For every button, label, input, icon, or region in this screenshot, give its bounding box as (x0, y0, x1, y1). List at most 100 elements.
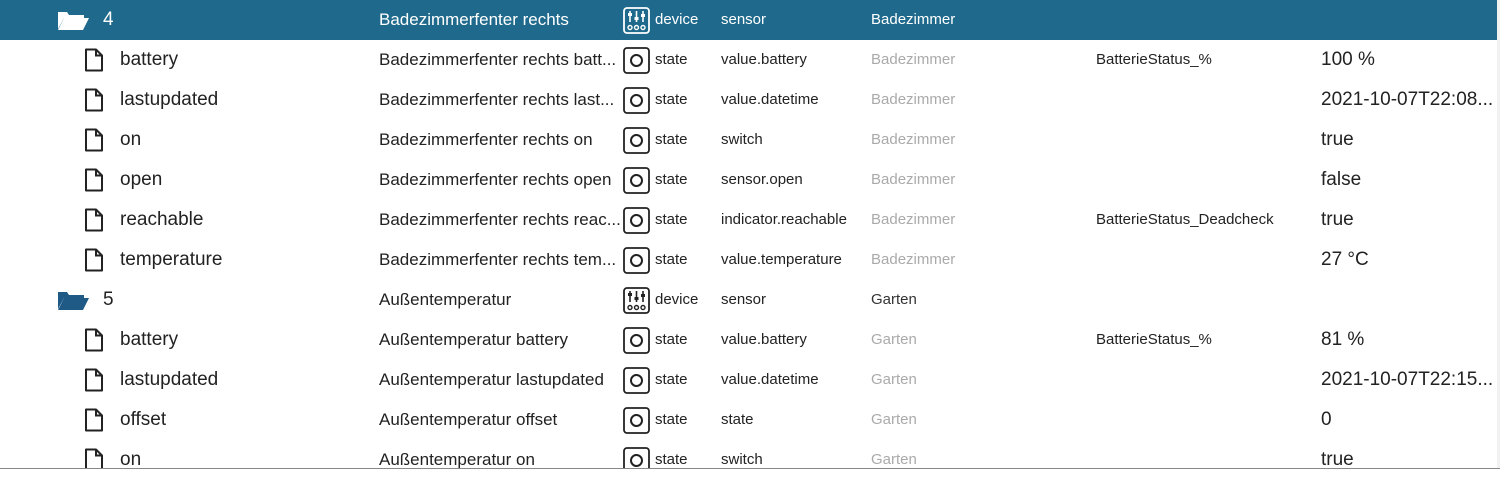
tree-row-state[interactable]: temperature Badezimmerfenter rechts tem.… (0, 240, 1500, 280)
object-id[interactable]: offset (120, 400, 166, 440)
object-value[interactable]: 2021-10-07T22:08... (1321, 80, 1497, 120)
state-circle-icon (622, 80, 650, 120)
object-name: Badezimmerfenter rechts tem... (379, 250, 617, 269)
object-function: BatterieStatus_Deadcheck (1096, 211, 1274, 228)
object-room: Badezimmer (871, 251, 956, 268)
tree-row-state[interactable]: reachable Badezimmerfenter rechts reac..… (0, 200, 1500, 240)
object-function (1096, 280, 1306, 320)
object-name: Badezimmerfenter rechts open (379, 170, 612, 189)
state-circle-icon (622, 400, 650, 440)
object-id[interactable]: on (120, 120, 141, 160)
object-role: indicator.reachable (721, 211, 847, 228)
object-role: sensor (721, 291, 767, 308)
file-icon[interactable] (82, 240, 106, 280)
object-value[interactable]: 81 % (1321, 320, 1497, 360)
object-value[interactable]: 100 % (1321, 40, 1497, 80)
object-function: BatterieStatus_% (1096, 51, 1212, 68)
file-icon[interactable] (82, 360, 106, 400)
object-function (1096, 400, 1306, 440)
object-type: state (655, 251, 688, 268)
object-role: value.battery (721, 51, 807, 68)
state-circle-icon (622, 320, 650, 360)
object-type: device (655, 11, 699, 28)
object-role: value.datetime (721, 91, 819, 108)
object-value[interactable]: true (1321, 200, 1497, 240)
horizontal-scrollbar[interactable] (0, 469, 1500, 479)
tree-row-device[interactable]: 4 Badezimmerfenter rechts device sensor … (0, 0, 1500, 40)
object-name: Badezimmerfenter rechts reac... (379, 210, 621, 229)
object-role: sensor.open (721, 171, 803, 188)
object-type: state (655, 411, 688, 428)
object-room: Badezimmer (871, 91, 956, 108)
object-value[interactable] (1321, 280, 1497, 320)
object-id[interactable]: lastupdated (120, 360, 218, 400)
object-value[interactable]: 27 °C (1321, 240, 1497, 280)
object-function (1096, 80, 1306, 120)
state-circle-icon (622, 120, 650, 160)
object-function (1096, 160, 1306, 200)
folder-open-icon[interactable] (56, 280, 90, 320)
object-type: state (655, 51, 688, 68)
object-name: Außentemperatur (379, 290, 512, 309)
object-room: Badezimmer (871, 211, 956, 228)
object-id[interactable]: lastupdated (120, 80, 218, 120)
object-id[interactable]: temperature (120, 240, 222, 280)
object-type: state (655, 171, 688, 188)
file-icon[interactable] (82, 160, 106, 200)
state-circle-icon (622, 360, 650, 400)
object-id[interactable]: open (120, 160, 162, 200)
tree-row-state[interactable]: battery Außentemperatur battery state va… (0, 320, 1500, 360)
tree-row-device[interactable]: 5 Außentemperatur device sensor Garten (0, 280, 1500, 320)
object-role: sensor (721, 11, 767, 28)
object-value[interactable]: 0 (1321, 400, 1497, 440)
object-id[interactable]: battery (120, 320, 178, 360)
object-name: Außentemperatur lastupdated (379, 370, 604, 389)
tree-row-state[interactable]: lastupdated Badezimmerfenter rechts last… (0, 80, 1500, 120)
tree-row-state[interactable]: on Badezimmerfenter rechts on state swit… (0, 120, 1500, 160)
file-icon[interactable] (82, 40, 106, 80)
object-function (1096, 120, 1306, 160)
state-circle-icon (622, 160, 650, 200)
object-id[interactable]: reachable (120, 200, 203, 240)
object-name: Badezimmerfenter rechts last... (379, 90, 615, 109)
object-name: Badezimmerfenter rechts batt... (379, 50, 617, 69)
object-name: Außentemperatur offset (379, 410, 558, 429)
tree-row-state[interactable]: lastupdated Außentemperatur lastupdated … (0, 360, 1500, 400)
object-type: state (655, 211, 688, 228)
folder-open-icon[interactable] (56, 0, 90, 40)
object-function (1096, 360, 1306, 400)
object-role: value.datetime (721, 371, 819, 388)
tree-row-state[interactable]: open Badezimmerfenter rechts open state … (0, 160, 1500, 200)
object-type: state (655, 331, 688, 348)
device-sliders-icon (622, 280, 650, 320)
file-icon[interactable] (82, 400, 106, 440)
device-sliders-icon (622, 0, 650, 40)
object-id[interactable]: 4 (103, 0, 114, 40)
object-name: Badezimmerfenter rechts on (379, 130, 593, 149)
object-function (1096, 240, 1306, 280)
object-role: switch (721, 131, 763, 148)
file-icon[interactable] (82, 80, 106, 120)
object-room: Garten (871, 371, 917, 388)
file-icon[interactable] (82, 200, 106, 240)
object-value[interactable] (1321, 0, 1497, 40)
object-room: Garten (871, 291, 917, 308)
tree-row-state[interactable]: battery Badezimmerfenter rechts batt... … (0, 40, 1500, 80)
object-id[interactable]: battery (120, 40, 178, 80)
file-icon[interactable] (82, 320, 106, 360)
object-function (1096, 0, 1306, 40)
object-value[interactable]: false (1321, 160, 1497, 200)
object-role: state (721, 411, 754, 428)
state-circle-icon (622, 200, 650, 240)
object-id[interactable]: 5 (103, 280, 114, 320)
object-value[interactable]: 2021-10-07T22:15... (1321, 360, 1497, 400)
object-role: value.temperature (721, 251, 842, 268)
file-icon[interactable] (82, 120, 106, 160)
object-room: Badezimmer (871, 171, 956, 188)
object-type: state (655, 371, 688, 388)
object-tree: 4 Badezimmerfenter rechts device sensor … (0, 0, 1500, 480)
tree-row-state[interactable]: offset Außentemperatur offset state stat… (0, 400, 1500, 440)
object-type: device (655, 291, 699, 308)
object-value[interactable]: true (1321, 120, 1497, 160)
object-room: Garten (871, 331, 917, 348)
